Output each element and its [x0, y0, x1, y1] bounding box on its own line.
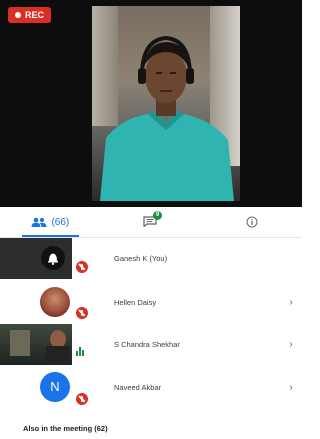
video-body — [46, 346, 70, 365]
tab-people[interactable]: (66) — [0, 207, 101, 237]
participant-row[interactable]: S Chandra Shekhar › — [0, 324, 302, 365]
participant-row[interactable]: Hellen Daisy › — [0, 282, 302, 323]
participant-row[interactable]: N Naveed Akbar › — [0, 367, 302, 408]
chevron-right-icon[interactable]: › — [280, 339, 302, 350]
muted-mic-icon — [76, 261, 88, 273]
chat-icon: 9 — [143, 211, 162, 228]
tab-chat[interactable]: 9 — [101, 207, 202, 237]
chevron-right-icon[interactable]: › — [280, 382, 302, 393]
chat-unread-badge: 9 — [153, 211, 162, 220]
people-icon — [31, 217, 47, 227]
info-icon — [246, 216, 258, 228]
participant-tile — [0, 282, 88, 323]
speaking-indicator-icon — [76, 347, 84, 356]
record-dot-icon — [15, 12, 21, 18]
participant-row[interactable]: Ganesh K (You) — [0, 238, 302, 279]
muted-mic-icon — [76, 307, 88, 319]
main-video-feed: REC — [0, 0, 302, 207]
bell-icon — [48, 253, 58, 265]
tab-info[interactable] — [201, 207, 302, 237]
chevron-right-icon[interactable]: › — [280, 297, 302, 308]
video-background — [10, 330, 30, 356]
recording-badge: REC — [8, 7, 52, 23]
participant-tile: N — [0, 367, 88, 408]
muted-mic-icon — [76, 393, 88, 405]
speaker-figure — [100, 35, 234, 201]
participant-name: Hellen Daisy — [114, 298, 157, 307]
avatar: N — [40, 372, 70, 402]
participant-name: Naveed Akbar — [114, 383, 162, 392]
avatar — [40, 287, 70, 317]
speaker-video — [92, 6, 240, 201]
also-in-meeting-label: Also in the meeting (62) — [23, 424, 108, 433]
bell-avatar — [41, 246, 65, 270]
participant-name: Ganesh K (You) — [114, 254, 168, 263]
panel-tabs: (66) 9 — [0, 207, 302, 238]
participant-tile — [0, 238, 88, 279]
participant-name: S Chandra Shekhar — [114, 340, 180, 349]
recording-label: REC — [25, 10, 45, 20]
participant-video-tile — [0, 324, 84, 365]
people-count: (66) — [51, 216, 70, 228]
